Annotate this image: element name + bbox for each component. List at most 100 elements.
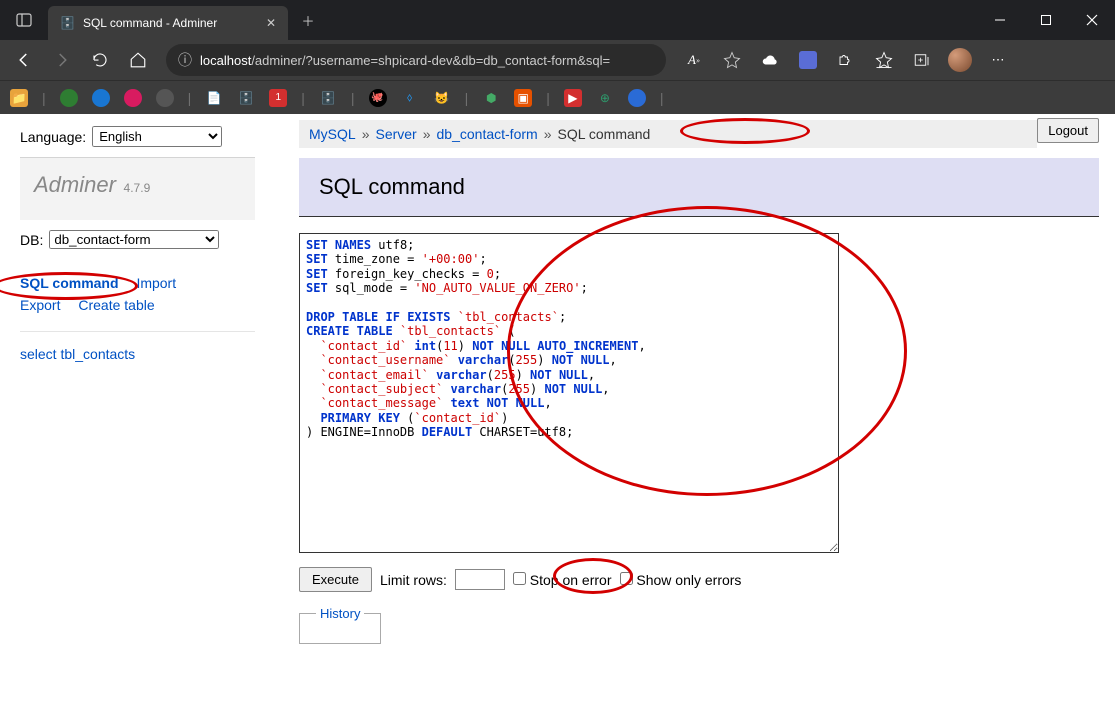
history-legend[interactable]: History: [316, 606, 364, 621]
bm-folder-icon[interactable]: 📁: [10, 89, 28, 107]
sql-area: SET NAMES utf8; SET time_zone = '+00:00'…: [299, 233, 1099, 553]
link-table[interactable]: select tbl_contacts: [20, 331, 255, 376]
crumb-sep: »: [544, 126, 552, 142]
main: Logout MySQL » Server » db_contact-form …: [275, 114, 1115, 704]
maximize-icon: [1040, 14, 1052, 26]
bm-vscode-icon[interactable]: ⬨: [401, 89, 419, 107]
back-button[interactable]: [6, 44, 42, 76]
execute-row: Execute Limit rows: Stop on error Show o…: [299, 567, 1099, 592]
extensions-button[interactable]: [828, 44, 864, 76]
maximize-button[interactable]: [1023, 0, 1069, 40]
bm-youtube-icon[interactable]: ▶: [564, 89, 582, 107]
puzzle-icon: [837, 51, 855, 69]
bm-item-14[interactable]: [628, 89, 646, 107]
star-icon: [723, 51, 741, 69]
db-select[interactable]: db_contact-form: [49, 230, 219, 249]
tab-close-button[interactable]: ✕: [266, 16, 276, 30]
crumb-sep: »: [362, 126, 370, 142]
bm-badge-icon[interactable]: 1: [269, 89, 287, 107]
back-icon: [15, 51, 33, 69]
sql-textarea[interactable]: SET NAMES utf8; SET time_zone = '+00:00'…: [299, 233, 839, 553]
link-import[interactable]: Import: [136, 275, 176, 291]
cloud-button[interactable]: [752, 44, 788, 76]
bm-item-13[interactable]: ⊕: [596, 89, 614, 107]
browser-chrome: 🗄️ SQL command - Adminer ✕ ＋: [0, 0, 1115, 114]
tabs-icon: [16, 12, 32, 28]
sidebar: Language: English Adminer 4.7.9 DB: db_c…: [0, 114, 275, 704]
show-only-errors-checkbox[interactable]: [620, 572, 633, 585]
tab-favicon-icon: 🗄️: [60, 16, 75, 30]
sep: |: [546, 90, 550, 106]
sep: |: [188, 90, 192, 106]
limit-rows-input[interactable]: [455, 569, 505, 590]
bm-item-11[interactable]: ▣: [514, 89, 532, 107]
breadcrumbs: MySQL » Server » db_contact-form » SQL c…: [299, 120, 1037, 148]
link-export[interactable]: Export: [20, 297, 60, 313]
page-title-text: SQL command: [319, 174, 465, 199]
page-title: SQL command: [299, 158, 1099, 217]
stop-on-error-label[interactable]: Stop on error: [513, 572, 612, 588]
crumb-server[interactable]: Server: [375, 126, 416, 142]
sep: |: [465, 90, 469, 106]
history-fieldset: History: [299, 606, 381, 644]
bookmarks-bar: 📁 | | 📄 🗄️ 1 | 🗄️ | 🐙 ⬨ 😺 | ⬢ ▣ | ▶ ⊕ |: [0, 80, 1115, 114]
sep: |: [301, 90, 305, 106]
new-tab-button[interactable]: ＋: [294, 6, 322, 34]
refresh-icon: [91, 51, 109, 69]
bm-item-1[interactable]: [60, 89, 78, 107]
bm-item-4[interactable]: [156, 89, 174, 107]
home-icon: [129, 51, 147, 69]
execute-button[interactable]: Execute: [299, 567, 372, 592]
titlebar: 🗄️ SQL command - Adminer ✕ ＋: [0, 0, 1115, 40]
bm-db-icon[interactable]: 🗄️: [237, 89, 255, 107]
fav-list-icon: [875, 51, 893, 69]
ext-1-button[interactable]: [790, 44, 826, 76]
reader-button[interactable]: A»: [676, 44, 712, 76]
site-info-icon[interactable]: ⓘ: [178, 50, 192, 70]
bm-item-10[interactable]: ⬢: [482, 89, 500, 107]
crumb-mysql[interactable]: MySQL: [309, 126, 356, 142]
close-icon: [1086, 14, 1098, 26]
minimize-icon: [994, 14, 1006, 26]
minimize-button[interactable]: [977, 0, 1023, 40]
bm-item-9[interactable]: 😺: [433, 89, 451, 107]
brand-box: Adminer 4.7.9: [20, 158, 255, 220]
db-selector: DB: db_contact-form: [20, 220, 255, 263]
db-label: DB:: [20, 232, 43, 248]
bm-item-3[interactable]: [124, 89, 142, 107]
crumb-sep: »: [423, 126, 431, 142]
menu-button[interactable]: ⋯: [980, 44, 1016, 76]
limit-label: Limit rows:: [380, 572, 447, 588]
sep: |: [351, 90, 355, 106]
language-select[interactable]: English: [92, 126, 222, 147]
page: Language: English Adminer 4.7.9 DB: db_c…: [0, 114, 1115, 704]
forward-button[interactable]: [44, 44, 80, 76]
favorite-button[interactable]: [714, 44, 750, 76]
tab-panel-button[interactable]: [0, 0, 48, 40]
address-bar[interactable]: ⓘ localhost/adminer/?username=shpicard-d…: [166, 44, 666, 76]
profile-avatar[interactable]: [948, 48, 972, 72]
language-selector: Language: English: [20, 122, 255, 151]
close-window-button[interactable]: [1069, 0, 1115, 40]
language-label: Language:: [20, 129, 86, 145]
bm-file-icon[interactable]: 📄: [205, 89, 223, 107]
show-only-errors-label[interactable]: Show only errors: [620, 572, 742, 588]
bm-db2-icon[interactable]: 🗄️: [319, 89, 337, 107]
link-sql-command[interactable]: SQL command: [20, 275, 119, 291]
browser-tab[interactable]: 🗄️ SQL command - Adminer ✕: [48, 6, 288, 40]
tab-title: SQL command - Adminer: [83, 16, 217, 30]
crumb-db[interactable]: db_contact-form: [437, 126, 538, 142]
link-create-table[interactable]: Create table: [78, 297, 154, 313]
stop-on-error-checkbox[interactable]: [513, 572, 526, 585]
favorites-list-button[interactable]: [866, 44, 902, 76]
sidebar-links: SQL command Import Export Create table: [20, 263, 255, 331]
logout-button[interactable]: Logout: [1037, 118, 1099, 143]
home-button[interactable]: [120, 44, 156, 76]
brand-name: Adminer: [34, 172, 116, 197]
refresh-button[interactable]: [82, 44, 118, 76]
sep: |: [42, 90, 46, 106]
bm-item-2[interactable]: [92, 89, 110, 107]
toolbar: ⓘ localhost/adminer/?username=shpicard-d…: [0, 40, 1115, 80]
bm-github-icon[interactable]: 🐙: [369, 89, 387, 107]
collections-button[interactable]: [904, 44, 940, 76]
